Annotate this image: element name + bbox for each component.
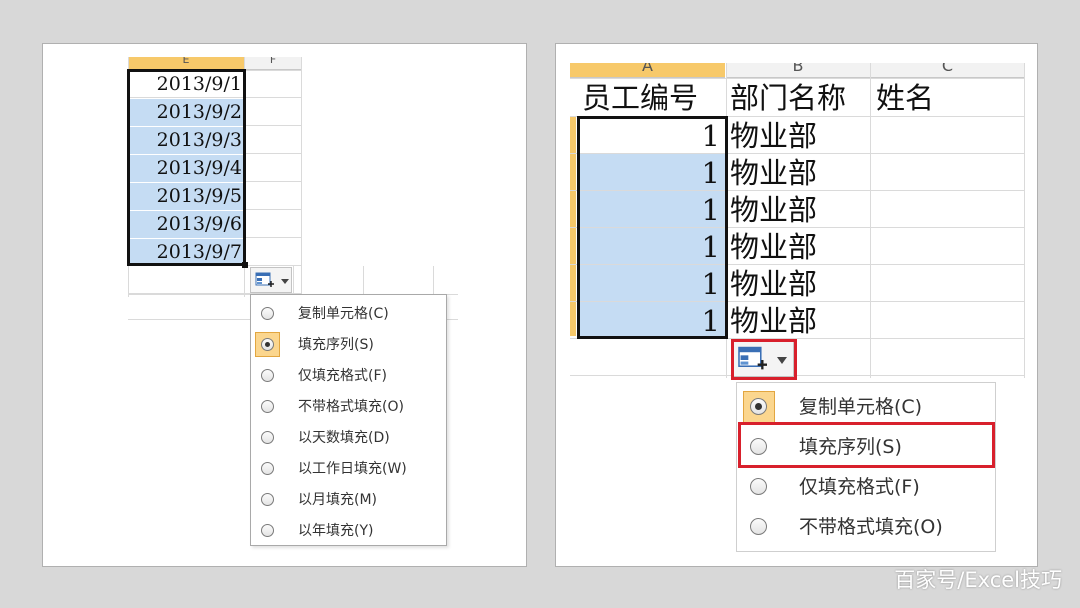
menu-item-5[interactable]: 以工作日填充(W) — [251, 455, 446, 483]
menu-item-label: 以月填充(M) — [298, 492, 378, 508]
department-cell[interactable]: 物业部 — [730, 192, 868, 228]
radio-icon[interactable] — [261, 524, 274, 537]
column-header-a-label: A — [642, 63, 653, 75]
menu-item-label: 以工作日填充(W) — [298, 461, 407, 477]
menu-item-2[interactable]: 仅填充格式(F) — [737, 468, 995, 504]
radio-icon[interactable] — [261, 369, 274, 382]
date-cell[interactable]: 2013/9/2 — [128, 99, 244, 126]
menu-item-label: 复制单元格(C) — [298, 306, 389, 322]
radio-icon[interactable] — [261, 493, 274, 506]
employee-id-cell[interactable]: 1 — [578, 303, 720, 339]
date-cell[interactable]: 2013/9/7 — [128, 239, 244, 266]
radio-dot — [265, 342, 270, 347]
employee-id-cell[interactable]: 1 — [578, 192, 720, 228]
radio-icon[interactable] — [261, 462, 274, 475]
menu-item-6[interactable]: 以月填充(M) — [251, 486, 446, 514]
menu-item-1[interactable]: 填充序列(S) — [251, 331, 446, 359]
grid-line — [1024, 63, 1025, 378]
grid-line — [301, 57, 302, 297]
left-screenshot-panel: E F 2013/9/1 2013/9/2 2013/9/3 2013/9/4 2013… — [42, 43, 527, 567]
watermark-text: 百家号/Excel技巧 — [894, 568, 1062, 592]
left-sheet-grid: E F 2013/9/1 2013/9/2 2013/9/3 2013/9/4 2013… — [43, 44, 526, 566]
menu-item-0[interactable]: 复制单元格(C) — [737, 388, 995, 424]
radio-selected-icon[interactable] — [750, 398, 767, 415]
menu-item-label: 仅填充格式(F) — [298, 368, 387, 384]
menu-item-7[interactable]: 以年填充(Y) — [251, 517, 446, 545]
date-cell[interactable]: 2013/9/3 — [128, 127, 244, 154]
department-cell[interactable]: 物业部 — [730, 155, 868, 191]
date-cell[interactable]: 2013/9/1 — [128, 71, 244, 98]
header-cell-employee-id[interactable]: 员工编号 — [582, 80, 727, 116]
column-header-e-label: E — [182, 57, 190, 66]
radio-icon[interactable] — [750, 478, 767, 495]
column-header-f[interactable]: F — [245, 57, 301, 70]
left-auto-fill-menu: 复制单元格(C) 填充序列(S) 仅填充格式(F) 不带格式填充(O) 以天数填充(D)… — [250, 294, 447, 546]
column-header-b[interactable]: B — [726, 63, 870, 78]
fill-handle[interactable] — [242, 262, 248, 268]
menu-item-label: 仅填充格式(F) — [799, 476, 920, 498]
grid-line — [244, 57, 245, 297]
column-header-b-label: B — [792, 63, 804, 75]
menu-item-3[interactable]: 不带格式填充(O) — [251, 393, 446, 421]
department-cell[interactable]: 物业部 — [730, 266, 868, 302]
column-header-c[interactable]: C — [871, 63, 1024, 78]
department-cell[interactable]: 物业部 — [730, 303, 868, 339]
auto-fill-options-button[interactable] — [250, 267, 292, 293]
auto-fill-options-button-right[interactable] — [732, 341, 794, 377]
date-cell[interactable]: 2013/9/6 — [128, 211, 244, 238]
employee-id-cell[interactable]: 1 — [578, 229, 720, 265]
employee-id-cell[interactable]: 1 — [578, 266, 720, 302]
auto-fill-options-icon — [255, 272, 274, 287]
menu-item-label: 复制单元格(C) — [799, 396, 923, 418]
column-header-e[interactable]: E — [128, 57, 244, 70]
radio-icon[interactable] — [261, 307, 274, 320]
menu-item-label: 不带格式填充(O) — [298, 399, 404, 415]
grid-line — [570, 375, 1024, 376]
menu-item-4[interactable]: 以天数填充(D) — [251, 424, 446, 452]
column-header-f-label: F — [269, 57, 277, 66]
header-cell-name[interactable]: 姓名 — [876, 80, 1021, 116]
date-cell[interactable]: 2013/9/5 — [128, 183, 244, 210]
chevron-down-icon — [777, 357, 787, 364]
radio-icon[interactable] — [261, 400, 274, 413]
employee-id-cell[interactable]: 1 — [578, 118, 720, 154]
menu-item-label: 以天数填充(D) — [298, 430, 390, 446]
column-header-c-label: C — [941, 63, 954, 75]
menu-item-2[interactable]: 仅填充格式(F) — [251, 362, 446, 390]
column-header-a[interactable]: A — [570, 63, 725, 78]
radio-dot — [755, 403, 762, 410]
menu-item-3[interactable]: 不带格式填充(O) — [737, 508, 995, 544]
right-sheet-grid: A B C 员工编号 部门名称 姓名 1 物业部 1 物业部 1 物业部 1 物业部 1 物业部 1… — [556, 44, 1037, 566]
header-cell-department[interactable]: 部门名称 — [730, 80, 870, 116]
menu-item-1[interactable]: 填充序列(S) — [737, 428, 995, 464]
menu-item-label: 不带格式填充(O) — [799, 516, 943, 538]
radio-selected-icon[interactable] — [261, 338, 274, 351]
menu-item-label: 填充序列(S) — [799, 436, 902, 458]
grid-line — [870, 63, 871, 378]
grid-line — [433, 266, 434, 296]
date-cell[interactable]: 2013/9/4 — [128, 155, 244, 182]
radio-icon[interactable] — [261, 431, 274, 444]
employee-id-cell[interactable]: 1 — [578, 155, 720, 191]
grid-line — [363, 266, 364, 296]
department-cell[interactable]: 物业部 — [730, 229, 868, 265]
grid-line — [293, 266, 294, 296]
right-screenshot-panel: A B C 员工编号 部门名称 姓名 1 物业部 1 物业部 1 物业部 1 物业部 1 物业部 1… — [555, 43, 1038, 567]
radio-icon[interactable] — [750, 518, 767, 535]
department-cell[interactable]: 物业部 — [730, 118, 868, 154]
auto-fill-options-icon — [738, 346, 767, 370]
menu-item-label: 以年填充(Y) — [298, 523, 374, 539]
menu-item-label: 填充序列(S) — [298, 337, 374, 353]
grid-line — [570, 78, 1024, 79]
grid-line — [570, 116, 1024, 117]
radio-icon[interactable] — [750, 438, 767, 455]
chevron-down-icon — [281, 279, 289, 284]
right-auto-fill-menu: 复制单元格(C) 填充序列(S) 仅填充格式(F) 不带格式填充(O) — [736, 382, 996, 552]
menu-item-0[interactable]: 复制单元格(C) — [251, 300, 446, 328]
